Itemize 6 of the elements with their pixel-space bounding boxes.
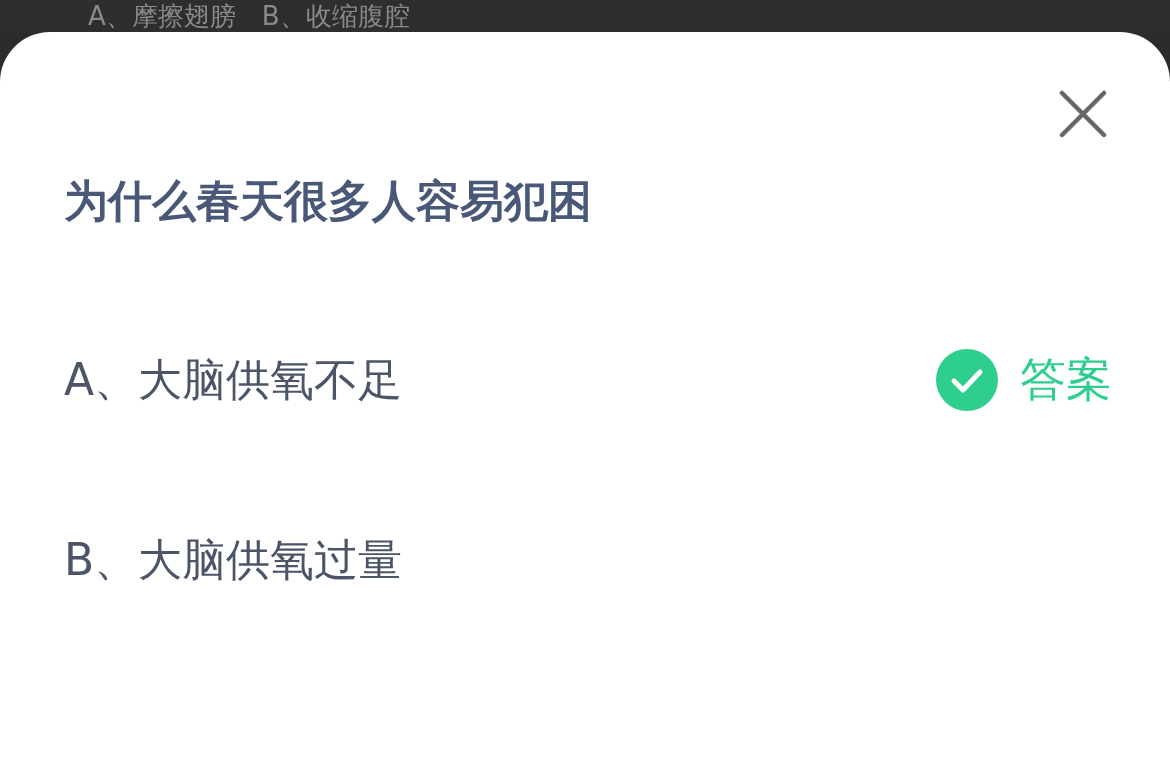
background-options-text: A、摩擦翅膀 B、收缩腹腔 — [88, 1, 410, 31]
question-title: 为什么春天很多人容易犯困 — [64, 174, 593, 228]
option-label[interactable]: B、大脑供氧过量 — [64, 530, 1112, 590]
close-icon[interactable] — [1059, 90, 1107, 138]
option-label[interactable]: A、大脑供氧不足 — [64, 350, 936, 410]
answer-label: 答案 — [1020, 351, 1112, 408]
